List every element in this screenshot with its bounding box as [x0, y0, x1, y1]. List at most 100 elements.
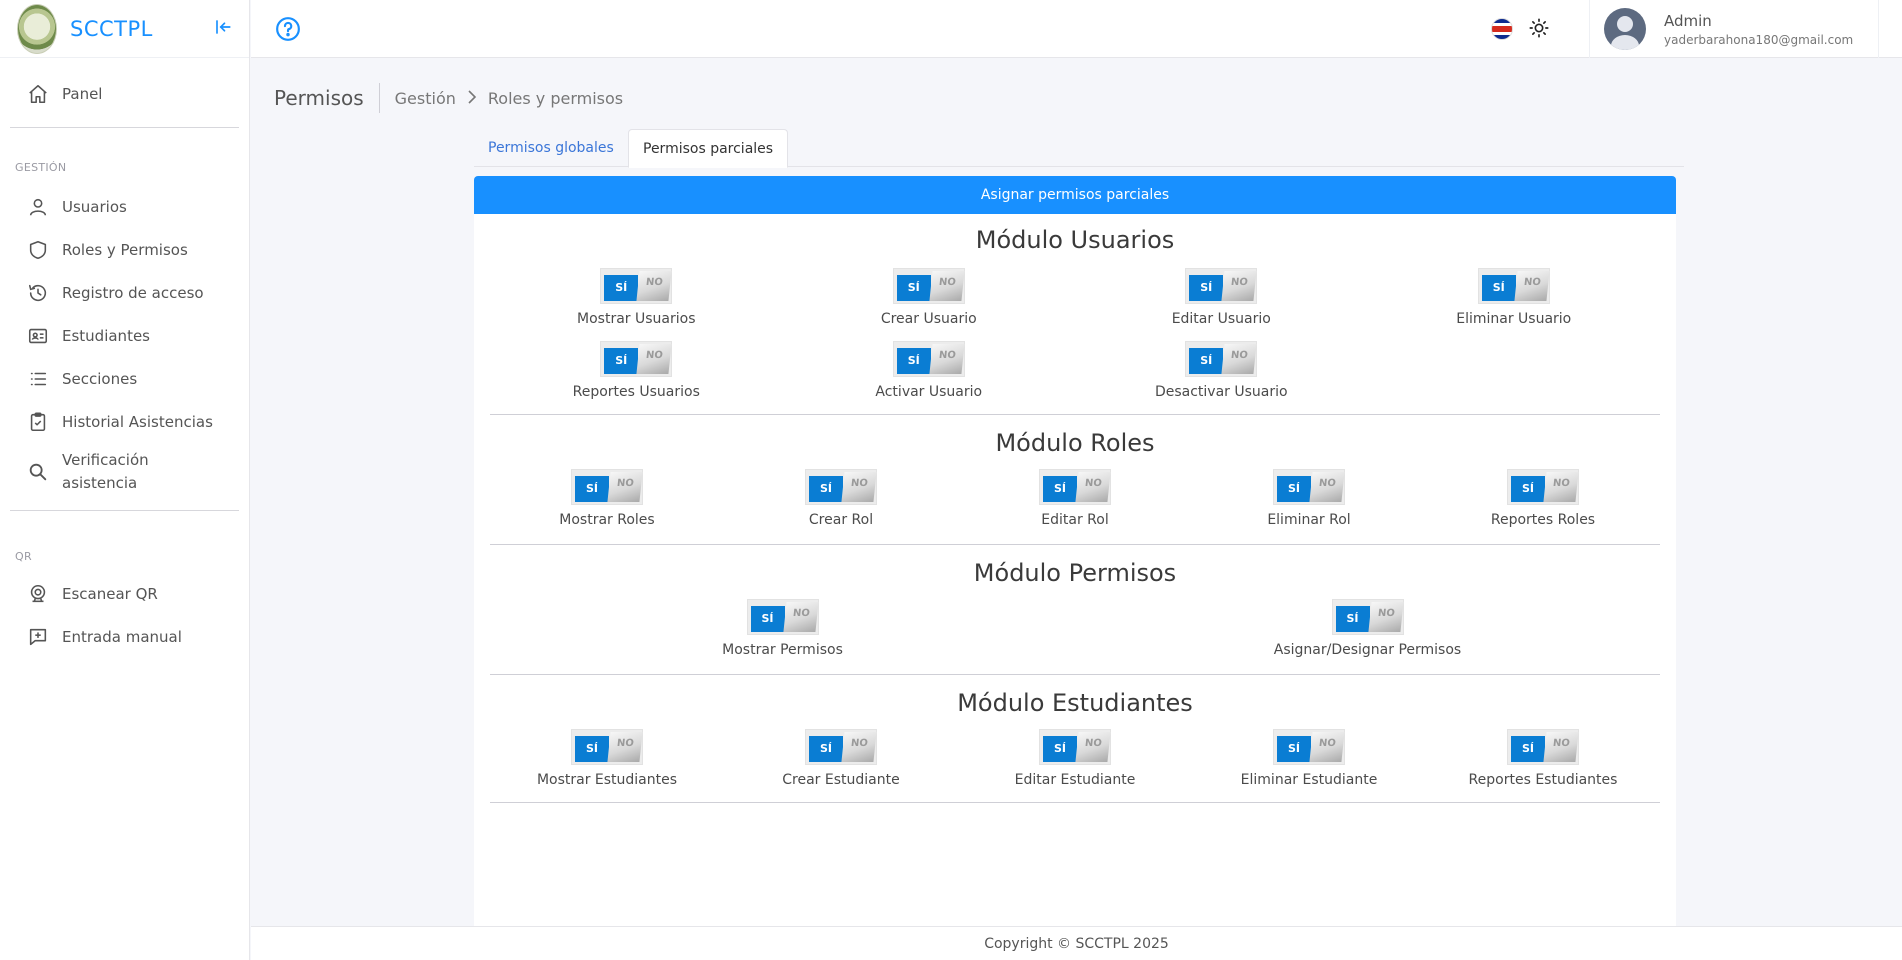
breadcrumb-link-gestion[interactable]: Gestión	[395, 89, 456, 108]
section-label-qr: QR	[15, 550, 32, 563]
toggle-on-label: SÍ	[604, 348, 639, 374]
id-card-icon	[26, 324, 50, 348]
permission-item: SÍ NO Mostrar Estudiantes	[490, 729, 724, 788]
sidebar-item-usuarios[interactable]: Usuarios	[0, 185, 249, 228]
sidebar-item-panel[interactable]: Panel	[0, 72, 249, 115]
permission-toggle[interactable]: SÍ NO	[1273, 729, 1345, 765]
permission-toggle[interactable]: SÍ NO	[571, 469, 643, 505]
toggle-on-label: SÍ	[1481, 275, 1516, 301]
brand-name: SCCTPL	[70, 16, 153, 41]
permission-row: SÍ NO Mostrar Estudiantes SÍ NO Crear Estudia…	[474, 729, 1676, 788]
toggle-off-label: NO	[841, 732, 877, 762]
toggle-on-label: SÍ	[1511, 476, 1545, 502]
permission-toggle[interactable]: SÍ NO	[1273, 469, 1345, 505]
permission-item: SÍ NO Asignar/Designar Permisos	[1075, 599, 1660, 658]
permission-label: Reportes Roles	[1490, 512, 1596, 528]
permission-item: SÍ NO Crear Rol	[724, 469, 958, 528]
toggle-off-label: NO	[607, 732, 643, 762]
toggle-off-label: NO	[1367, 602, 1404, 632]
toggle-off-label: NO	[636, 344, 672, 374]
sidebar-item-registro-acceso[interactable]: Registro de acceso	[0, 271, 249, 314]
permission-toggle[interactable]: SÍ NO	[1185, 341, 1258, 377]
permission-item: SÍ NO Editar Estudiante	[958, 729, 1192, 788]
permission-item: SÍ NO Editar Rol	[958, 469, 1192, 528]
sidebar-item-label: Estudiantes	[62, 326, 150, 345]
tab-permisos-parciales[interactable]: Permisos parciales	[628, 129, 789, 168]
user-menu[interactable]: Admin yaderbarahona180@gmail.com	[1589, 0, 1879, 58]
permission-toggle[interactable]: SÍ NO	[1331, 599, 1404, 635]
footer: Copyright © SCCTPL 2025	[251, 926, 1902, 960]
permission-label: Asignar/Designar Permisos	[1273, 642, 1462, 658]
main-content: Permisos Gestión Roles y permisos Permis…	[251, 59, 1902, 960]
toggle-off-label: NO	[1221, 271, 1257, 301]
toggle-on-label: SÍ	[1277, 736, 1311, 762]
sidebar-item-entrada-manual[interactable]: Entrada manual	[0, 615, 249, 658]
sidebar-item-secciones[interactable]: Secciones	[0, 357, 249, 400]
permission-toggle[interactable]: SÍ NO	[571, 729, 643, 765]
section-label-gestion: GESTIÓN	[15, 161, 67, 174]
sidebar-item-label: Usuarios	[62, 197, 127, 216]
permission-label: Editar Rol	[1041, 512, 1109, 528]
permission-toggle[interactable]: SÍ NO	[892, 341, 965, 377]
permission-item: SÍ NO Reportes Usuarios	[490, 341, 783, 400]
toggle-off-label: NO	[1221, 344, 1257, 374]
sidebar-item-escanear-qr[interactable]: Escanear QR	[0, 572, 249, 615]
language-flag-icon[interactable]	[1491, 18, 1513, 40]
permission-row: SÍ NO Reportes Usuarios SÍ NO Activar Usuario…	[474, 341, 1676, 400]
permission-toggle[interactable]: SÍ NO	[1507, 729, 1579, 765]
permission-toggle[interactable]: SÍ NO	[746, 599, 819, 635]
toggle-on-label: SÍ	[896, 275, 931, 301]
toggle-on-label: SÍ	[1511, 736, 1545, 762]
help-icon[interactable]	[275, 16, 301, 42]
toggle-off-label: NO	[1543, 472, 1579, 502]
permission-toggle[interactable]: SÍ NO	[1507, 469, 1579, 505]
module-title: Módulo Permisos	[973, 559, 1177, 587]
toggle-on-label: SÍ	[604, 275, 639, 301]
permission-toggle[interactable]: SÍ NO	[600, 268, 673, 304]
tab-permisos-globales[interactable]: Permisos globales	[474, 129, 628, 167]
permission-item: SÍ NO Eliminar Usuario	[1368, 268, 1661, 327]
permission-item: SÍ NO Activar Usuario	[783, 341, 1076, 400]
breadcrumb-current: Roles y permisos	[487, 88, 624, 108]
history-icon	[26, 281, 50, 305]
toggle-off-label: NO	[1075, 732, 1111, 762]
permission-toggle[interactable]: SÍ NO	[600, 341, 673, 377]
toggle-off-label: NO	[929, 271, 965, 301]
toggle-off-label: NO	[1309, 732, 1345, 762]
permission-label: Mostrar Roles	[559, 512, 655, 528]
avatar	[1604, 8, 1646, 50]
permission-item: SÍ NO Editar Usuario	[1075, 268, 1368, 327]
toggle-off-label: NO	[1075, 472, 1111, 502]
module-title: Módulo Roles	[995, 429, 1155, 457]
permission-item: SÍ NO Desactivar Usuario	[1075, 341, 1368, 400]
permission-item: SÍ NO Mostrar Usuarios	[490, 268, 783, 327]
permission-toggle[interactable]: SÍ NO	[1039, 469, 1111, 505]
permission-item: SÍ NO Eliminar Estudiante	[1192, 729, 1426, 788]
permission-label: Reportes Estudiantes	[1468, 772, 1618, 788]
collapse-sidebar-icon[interactable]	[213, 17, 233, 37]
module-section: Módulo Roles SÍ NO Mostrar Roles SÍ NO Crear R…	[474, 415, 1676, 545]
toggle-off-label: NO	[841, 472, 877, 502]
sidebar-item-verificacion-asistencia[interactable]: Verificación asistencia	[0, 443, 249, 501]
sun-theme-icon[interactable]	[1528, 17, 1550, 39]
breadcrumb: Permisos Gestión Roles y permisos	[274, 83, 623, 113]
permission-toggle[interactable]: SÍ NO	[1185, 268, 1258, 304]
permission-toggle[interactable]: SÍ NO	[805, 469, 877, 505]
sidebar-item-historial-asistencias[interactable]: Historial Asistencias	[0, 400, 249, 443]
toggle-off-label: NO	[636, 271, 672, 301]
permission-item: SÍ NO Mostrar Permisos	[490, 599, 1075, 658]
sidebar-item-label: Registro de acceso	[62, 283, 204, 302]
permissions-card: Asignar permisos parciales Módulo Usuari…	[474, 176, 1676, 960]
home-icon	[26, 82, 50, 106]
module-section: Módulo Estudiantes SÍ NO Mostrar Estudiante…	[474, 675, 1676, 803]
sidebar-item-roles-permisos[interactable]: Roles y Permisos	[0, 228, 249, 271]
toggle-on-label: SÍ	[1189, 275, 1224, 301]
permission-toggle[interactable]: SÍ NO	[1039, 729, 1111, 765]
permission-toggle[interactable]: SÍ NO	[805, 729, 877, 765]
permission-toggle[interactable]: SÍ NO	[892, 268, 965, 304]
permission-label: Eliminar Rol	[1267, 512, 1351, 528]
toggle-off-label: NO	[782, 602, 819, 632]
permission-toggle[interactable]: SÍ NO	[1477, 268, 1550, 304]
sidebar-item-estudiantes[interactable]: Estudiantes	[0, 314, 249, 357]
permission-item: SÍ NO Reportes Roles	[1426, 469, 1660, 528]
